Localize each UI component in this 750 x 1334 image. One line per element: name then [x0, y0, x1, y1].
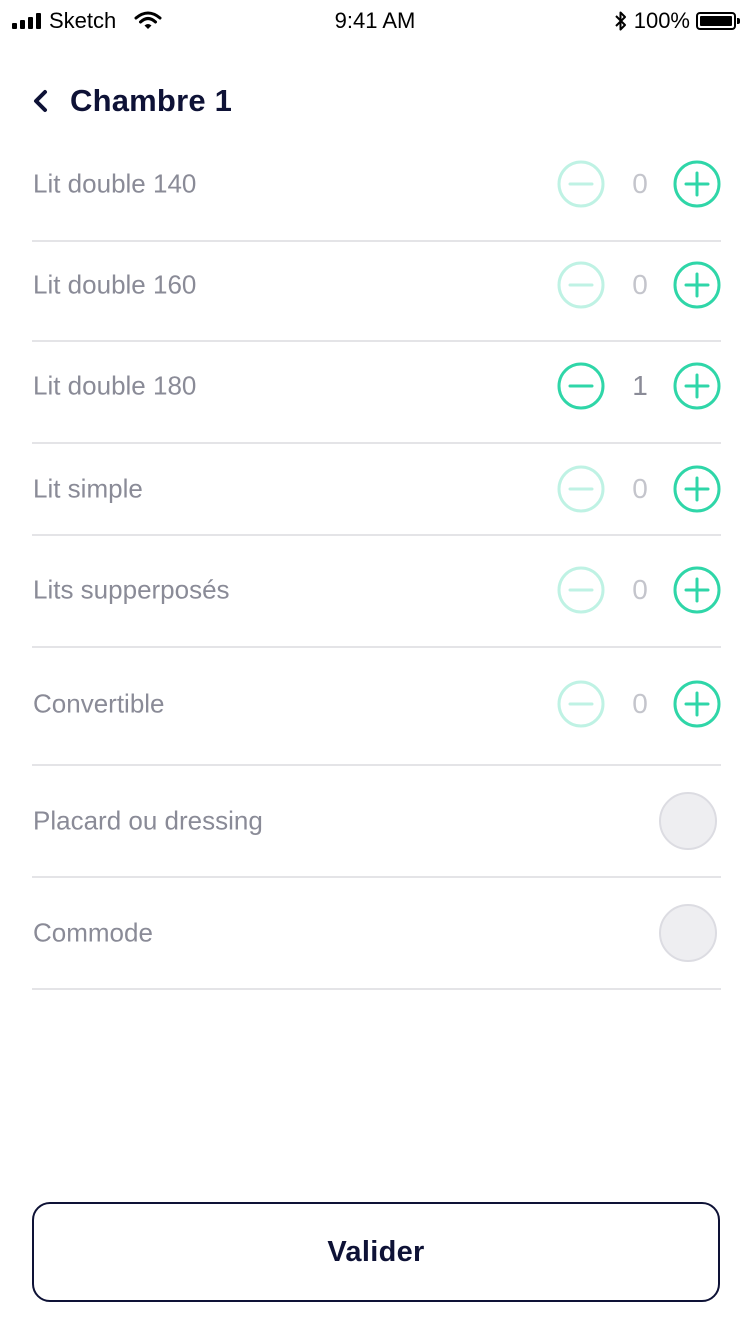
quantity-stepper: 0	[557, 160, 721, 208]
item-label: Lit double 180	[33, 370, 197, 401]
plus-circle-icon	[673, 362, 721, 410]
quantity-value: 0	[632, 688, 648, 719]
item-label: Commode	[33, 917, 153, 948]
list-item: Placard ou dressing	[32, 766, 721, 878]
quantity-value: 0	[632, 574, 648, 605]
decrement-button[interactable]	[557, 680, 605, 728]
quantity-value: 0	[632, 473, 648, 504]
minus-circle-icon	[557, 465, 605, 513]
validate-button[interactable]: Valider	[32, 1202, 720, 1302]
minus-circle-icon	[557, 261, 605, 309]
increment-button[interactable]	[673, 465, 721, 513]
list-item: Commode	[32, 878, 721, 990]
quantity-stepper: 0	[557, 465, 721, 513]
checkbox-toggle[interactable]	[659, 904, 717, 962]
decrement-button[interactable]	[557, 261, 605, 309]
increment-button[interactable]	[673, 566, 721, 614]
quantity-value: 1	[632, 370, 648, 401]
checkbox-toggle[interactable]	[659, 792, 717, 850]
quantity-value: 0	[632, 269, 648, 300]
list-item: Lits supperposés 0	[32, 536, 721, 648]
item-label: Lit double 160	[33, 269, 197, 300]
plus-circle-icon	[673, 160, 721, 208]
list-item: Lit double 140 0	[32, 136, 721, 242]
increment-button[interactable]	[673, 160, 721, 208]
quantity-stepper: 0	[557, 261, 721, 309]
plus-circle-icon	[673, 261, 721, 309]
status-right: 100%	[614, 8, 740, 34]
item-label: Lits supperposés	[33, 574, 230, 605]
quantity-value: 0	[632, 168, 648, 199]
plus-circle-icon	[673, 680, 721, 728]
item-label: Placard ou dressing	[33, 805, 263, 836]
decrement-button[interactable]	[557, 465, 605, 513]
decrement-button[interactable]	[557, 362, 605, 410]
validate-button-label: Valider	[327, 1235, 425, 1268]
list-item: Lit double 180 1	[32, 342, 721, 444]
minus-circle-icon	[557, 160, 605, 208]
plus-circle-icon	[673, 566, 721, 614]
plus-circle-icon	[673, 465, 721, 513]
quantity-stepper: 0	[557, 566, 721, 614]
chevron-left-icon[interactable]	[30, 88, 52, 114]
list-item: Lit double 160 0	[32, 242, 721, 342]
battery-icon	[696, 12, 740, 30]
decrement-button[interactable]	[557, 566, 605, 614]
item-label: Lit simple	[33, 473, 143, 504]
minus-circle-icon	[557, 680, 605, 728]
decrement-button[interactable]	[557, 160, 605, 208]
increment-button[interactable]	[673, 261, 721, 309]
header: Chambre 1	[30, 76, 232, 126]
bluetooth-icon	[615, 11, 626, 31]
minus-circle-icon	[557, 566, 605, 614]
increment-button[interactable]	[673, 680, 721, 728]
status-bar: Sketch 9:41 AM 100%	[0, 0, 750, 40]
quantity-stepper: 1	[557, 362, 721, 410]
item-label: Convertible	[33, 688, 165, 719]
minus-circle-icon	[557, 362, 605, 410]
increment-button[interactable]	[673, 362, 721, 410]
page-title: Chambre 1	[70, 83, 233, 118]
item-label: Lit double 140	[33, 168, 197, 199]
list-item: Lit simple 0	[32, 444, 721, 536]
quantity-stepper: 0	[557, 680, 721, 728]
battery-percent: 100%	[633, 8, 690, 33]
list-item: Convertible 0	[32, 648, 721, 766]
